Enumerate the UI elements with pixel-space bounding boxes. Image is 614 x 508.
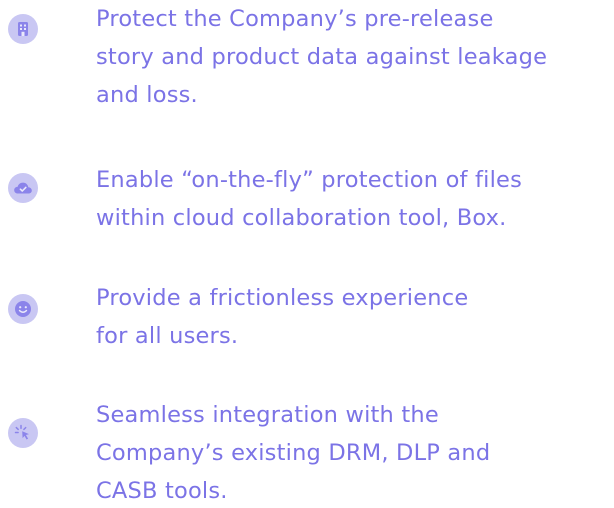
item-text-line: and loss. bbox=[96, 82, 198, 108]
item-text-line: Enable “on-the-fly” protection of files bbox=[96, 167, 523, 193]
cloud-check-icon bbox=[8, 173, 38, 203]
item-text-line: Seamless integration with the bbox=[96, 402, 439, 428]
smiley-icon bbox=[8, 294, 38, 324]
item-text-line: Company’s existing DRM, DLP and bbox=[96, 440, 491, 466]
item-text-line: story and product data against leakage bbox=[96, 44, 548, 70]
cursor-click-icon bbox=[8, 418, 38, 448]
item-text-line: CASB tools. bbox=[96, 478, 228, 504]
benefits-list: Protect the Company’s pre-release story … bbox=[0, 0, 614, 508]
building-icon bbox=[8, 14, 38, 44]
item-text-line: for all users. bbox=[96, 323, 239, 349]
item-text-line: within cloud collaboration tool, Box. bbox=[96, 205, 507, 231]
item-text-line: Provide a frictionless experience bbox=[96, 285, 469, 311]
item-text-line: Protect the Company’s pre-release bbox=[96, 6, 494, 32]
